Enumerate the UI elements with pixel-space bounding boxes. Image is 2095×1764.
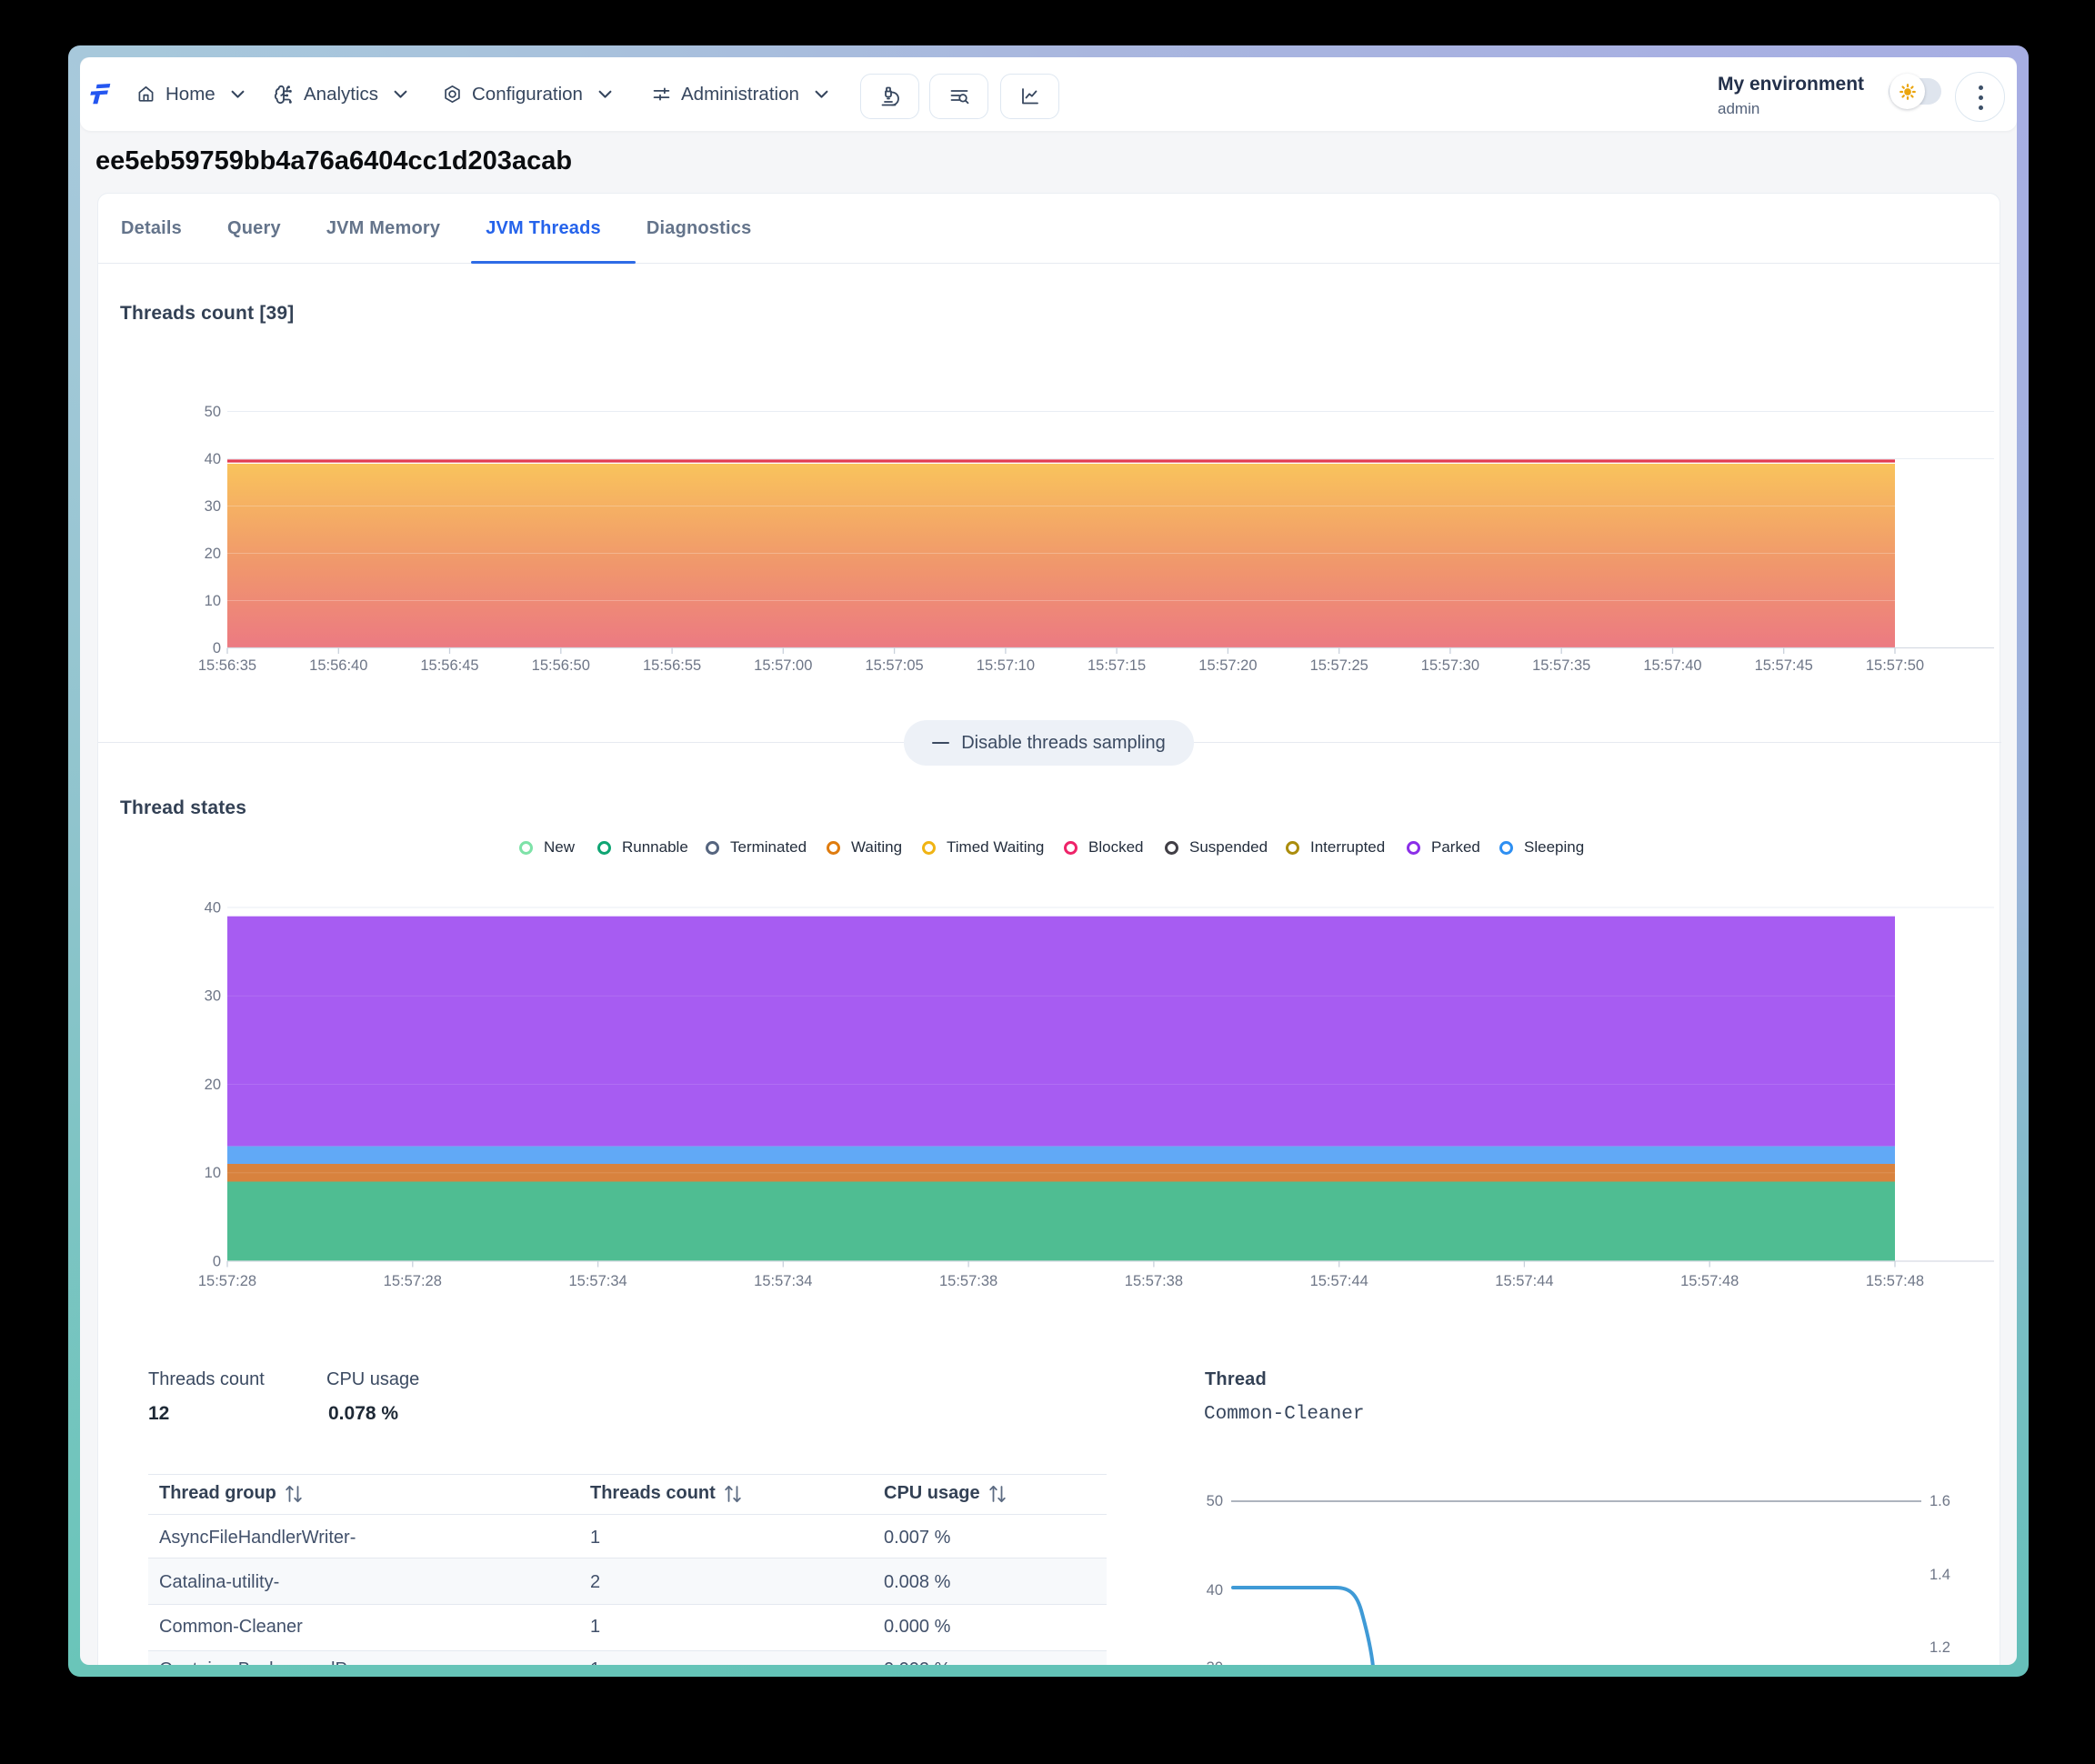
svg-text:15:57:20: 15:57:20 (1198, 657, 1257, 674)
svg-text:15:56:55: 15:56:55 (643, 657, 701, 674)
svg-text:15:57:48: 15:57:48 (1680, 1273, 1739, 1289)
svg-text:15:56:50: 15:56:50 (532, 657, 590, 674)
svg-text:15:57:34: 15:57:34 (754, 1273, 812, 1289)
svg-text:15:57:35: 15:57:35 (1532, 657, 1590, 674)
svg-text:15:56:45: 15:56:45 (420, 657, 478, 674)
svg-text:15:56:35: 15:56:35 (198, 657, 256, 674)
svg-text:15:57:05: 15:57:05 (865, 657, 923, 674)
svg-text:15:57:28: 15:57:28 (384, 1273, 442, 1289)
svg-text:50: 50 (1207, 1493, 1223, 1509)
svg-text:15:57:50: 15:57:50 (1866, 657, 1924, 674)
svg-text:15:57:00: 15:57:00 (754, 657, 812, 674)
svg-text:1.4: 1.4 (1930, 1567, 1950, 1583)
svg-text:15:57:28: 15:57:28 (198, 1273, 256, 1289)
svg-text:15:57:38: 15:57:38 (939, 1273, 997, 1289)
svg-text:15:56:40: 15:56:40 (309, 657, 367, 674)
svg-text:10: 10 (205, 1165, 221, 1181)
svg-text:1.6: 1.6 (1930, 1493, 1950, 1509)
svg-text:15:57:25: 15:57:25 (1310, 657, 1368, 674)
svg-text:15:57:30: 15:57:30 (1421, 657, 1479, 674)
svg-text:15:57:10: 15:57:10 (977, 657, 1035, 674)
svg-text:40: 40 (205, 451, 221, 467)
svg-text:40: 40 (1207, 1582, 1223, 1599)
svg-text:15:57:44: 15:57:44 (1495, 1273, 1553, 1289)
svg-text:15:57:34: 15:57:34 (568, 1273, 626, 1289)
svg-text:20: 20 (205, 546, 221, 562)
svg-text:30: 30 (205, 988, 221, 1005)
svg-text:15:57:45: 15:57:45 (1755, 657, 1813, 674)
svg-text:30: 30 (205, 498, 221, 515)
svg-text:10: 10 (205, 593, 221, 609)
svg-text:0: 0 (213, 1254, 221, 1270)
svg-text:1.2: 1.2 (1930, 1639, 1950, 1656)
svg-text:30: 30 (1207, 1659, 1223, 1665)
svg-text:40: 40 (205, 900, 221, 917)
svg-text:15:57:15: 15:57:15 (1088, 657, 1146, 674)
svg-text:15:57:40: 15:57:40 (1643, 657, 1701, 674)
svg-text:0: 0 (213, 640, 221, 656)
svg-text:50: 50 (205, 404, 221, 420)
svg-text:20: 20 (205, 1077, 221, 1093)
svg-text:15:57:44: 15:57:44 (1310, 1273, 1368, 1289)
svg-text:15:57:48: 15:57:48 (1866, 1273, 1924, 1289)
svg-text:15:57:38: 15:57:38 (1125, 1273, 1183, 1289)
